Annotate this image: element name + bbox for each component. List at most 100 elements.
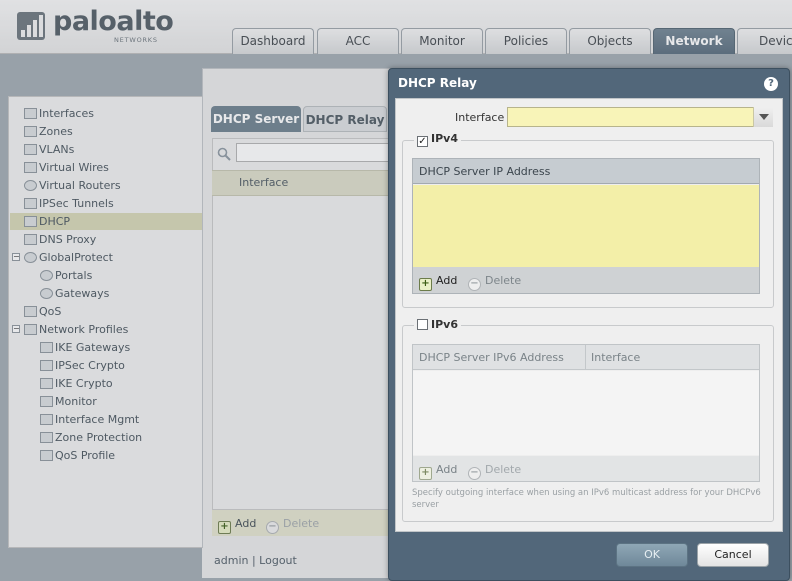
dialog-title: DHCP Relay <box>398 76 477 90</box>
interface-select[interactable] <box>507 107 773 127</box>
tree-item-vlans[interactable]: VLANs <box>24 141 74 158</box>
tree-item-label: Network Profiles <box>39 323 129 336</box>
ipv4-add-button[interactable]: + Add <box>419 274 457 291</box>
logout-link[interactable]: | Logout <box>252 554 297 567</box>
subtab-dhcp-server[interactable]: DHCP Server <box>211 106 301 132</box>
tree-item-label: Monitor <box>55 395 97 408</box>
delete-label: Delete <box>485 463 522 476</box>
portals-icon <box>40 270 53 281</box>
globalprotect-collapse-icon[interactable]: − <box>12 253 20 261</box>
tree-item-label: IKE Crypto <box>55 377 113 390</box>
ipv6-column-server-address[interactable]: DHCP Server IPv6 Address <box>419 351 564 364</box>
grid-column-interface[interactable]: Interface <box>239 176 288 189</box>
globalprotect-icon <box>24 252 37 263</box>
ipv4-table-body[interactable] <box>413 185 759 267</box>
tree-item-dns-proxy[interactable]: DNS Proxy <box>24 231 96 248</box>
add-label: Add <box>436 463 458 476</box>
tree-item-label: IKE Gateways <box>55 341 131 354</box>
tree-item-ipsec-tunnels[interactable]: IPSec Tunnels <box>24 195 114 212</box>
ipv6-table-footer <box>413 456 759 481</box>
tree-item-ipsec-crypto[interactable]: IPSec Crypto <box>40 357 125 374</box>
minus-icon: − <box>468 278 481 291</box>
minus-icon: − <box>468 467 481 480</box>
tab-device[interactable]: Device <box>737 28 792 54</box>
tab-acc[interactable]: ACC <box>317 28 399 54</box>
ipv4-column-server-ip[interactable]: DHCP Server IP Address <box>419 165 550 178</box>
tree-item-label: DNS Proxy <box>39 233 97 246</box>
network-profiles-icon <box>24 324 37 335</box>
tree-item-zone-protection[interactable]: Zone Protection <box>40 429 142 446</box>
tree-item-gateways[interactable]: Gateways <box>40 285 109 302</box>
ipv6-column-interface[interactable]: Interface <box>591 351 640 364</box>
tree-item-interfaces[interactable]: Interfaces <box>24 105 94 122</box>
tab-dashboard[interactable]: Dashboard <box>232 28 314 54</box>
tab-network[interactable]: Network <box>653 28 735 54</box>
tree-item-monitor[interactable]: Monitor <box>40 393 97 410</box>
tab-policies[interactable]: Policies <box>485 28 567 54</box>
ipv6-label: IPv6 <box>431 318 458 331</box>
tree-item-virtual-wires[interactable]: Virtual Wires <box>24 159 109 176</box>
username: admin <box>214 554 249 567</box>
ipv4-table-footer <box>413 267 759 293</box>
tree-item-globalprotect[interactable]: GlobalProtect <box>24 249 113 266</box>
ipsec-tunnels-icon <box>24 198 37 209</box>
tree-item-label: IPSec Tunnels <box>39 197 114 210</box>
ok-button[interactable]: OK <box>616 543 688 567</box>
column-divider <box>585 345 586 370</box>
qos-profile-icon <box>40 450 53 461</box>
plus-icon: + <box>419 467 432 480</box>
tree-item-qos-profile[interactable]: QoS Profile <box>40 447 115 464</box>
cancel-button[interactable]: Cancel <box>697 543 769 567</box>
tree-item-ike-gateways[interactable]: IKE Gateways <box>40 339 130 356</box>
tab-monitor[interactable]: Monitor <box>401 28 483 54</box>
tree-item-label: QoS Profile <box>55 449 116 462</box>
ipv6-checkbox[interactable] <box>417 319 428 330</box>
tree-item-virtual-routers[interactable]: Virtual Routers <box>24 177 121 194</box>
search-icon <box>217 147 231 161</box>
tree-item-portals[interactable]: Portals <box>40 267 92 284</box>
ike-gateways-icon <box>40 342 53 353</box>
tree-item-ike-crypto[interactable]: IKE Crypto <box>40 375 113 392</box>
tree-item-interface-mgmt[interactable]: Interface Mgmt <box>40 411 139 428</box>
tree-item-dhcp[interactable]: DHCP <box>10 213 202 230</box>
subtab-dhcp-relay[interactable]: DHCP Relay <box>303 106 387 132</box>
lock-icon <box>40 378 53 389</box>
tree-item-label: IPSec Crypto <box>55 359 125 372</box>
dns-proxy-icon <box>24 234 37 245</box>
grid-add-button[interactable]: + Add <box>218 517 256 534</box>
ipv6-help-note: Specify outgoing interface when using an… <box>412 488 761 510</box>
ipv6-legend: IPv6 <box>414 318 461 331</box>
tree-item-label: GlobalProtect <box>39 251 113 264</box>
tree-item-network-profiles[interactable]: Network Profiles <box>24 321 128 338</box>
ipv4-checkbox[interactable]: ✓ <box>417 136 428 147</box>
ipv4-delete-button[interactable]: − Delete <box>468 274 521 291</box>
chevron-down-icon[interactable] <box>753 107 773 127</box>
plus-icon: + <box>419 278 432 291</box>
vlans-icon <box>24 144 37 155</box>
status-user: admin | Logout <box>214 554 297 567</box>
gateways-icon <box>40 288 53 299</box>
virtual-wires-icon <box>24 162 37 173</box>
lock-icon <box>40 360 53 371</box>
tree-item-label: VLANs <box>39 143 75 156</box>
tree-item-qos[interactable]: QoS <box>24 303 61 320</box>
dhcp-icon <box>24 216 37 227</box>
tree-item-label: Interfaces <box>39 107 94 120</box>
virtual-routers-icon <box>24 180 37 191</box>
tree-item-label: Portals <box>55 269 93 282</box>
ipv6-delete-button[interactable]: − Delete <box>468 463 521 480</box>
tree-item-label: Zones <box>39 125 73 138</box>
paloalto-logo-icon <box>17 12 45 40</box>
tab-objects[interactable]: Objects <box>569 28 651 54</box>
ipv6-add-button[interactable]: + Add <box>419 463 457 480</box>
help-icon[interactable]: ? <box>764 77 778 91</box>
network-profiles-collapse-icon[interactable]: − <box>12 325 20 333</box>
grid-delete-button[interactable]: − Delete <box>266 517 319 534</box>
qos-icon <box>24 306 37 317</box>
minus-icon: − <box>266 521 279 534</box>
tree-item-label: Virtual Routers <box>39 179 121 192</box>
tree-item-zones[interactable]: Zones <box>24 123 73 140</box>
add-label: Add <box>436 274 458 287</box>
tree-item-label: QoS <box>39 305 62 318</box>
tree-item-label: Virtual Wires <box>39 161 109 174</box>
